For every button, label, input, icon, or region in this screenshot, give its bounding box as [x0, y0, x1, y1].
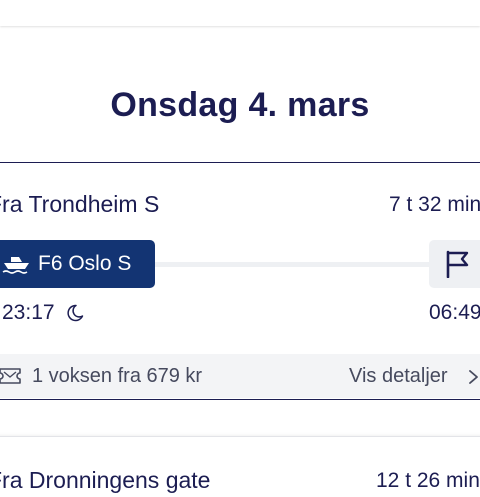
top-bar: [0, 0, 480, 26]
line-label: F6 Oslo S: [38, 252, 132, 275]
flag-icon: [446, 250, 469, 278]
ticket-icon: [0, 368, 21, 384]
destination-marker: [429, 240, 480, 288]
arrival-time: 06:49: [429, 301, 480, 324]
departure-time: 23:17: [2, 301, 55, 324]
date-heading: Onsdag 4. mars: [110, 86, 370, 124]
trip-duration: 7 t 32 min: [389, 193, 480, 216]
trip-card[interactable]: Fra Trondheim S 7 t 32 min F6 Oslo S 23:…: [0, 162, 480, 400]
trip-progress-line: [148, 262, 438, 267]
price-text: 1 voksen fra 679 kr: [32, 365, 203, 387]
moon-icon: [67, 304, 84, 322]
line-badge: F6 Oslo S: [0, 240, 155, 288]
price-bar[interactable]: 1 voksen fra 679 kr Vis detaljer: [0, 354, 480, 398]
chevron-right-icon[interactable]: [468, 370, 480, 384]
ferry-icon: [2, 257, 29, 274]
next-trip-duration: 12 t 26 min: [376, 469, 480, 492]
trip-from-label: Fra Trondheim S: [0, 191, 160, 217]
next-trip-from-label: Fra Dronningens gate: [0, 467, 211, 493]
details-link[interactable]: Vis detaljer: [349, 365, 448, 388]
next-trip-card[interactable]: Fra Dronningens gate 12 t 26 min: [0, 436, 480, 497]
